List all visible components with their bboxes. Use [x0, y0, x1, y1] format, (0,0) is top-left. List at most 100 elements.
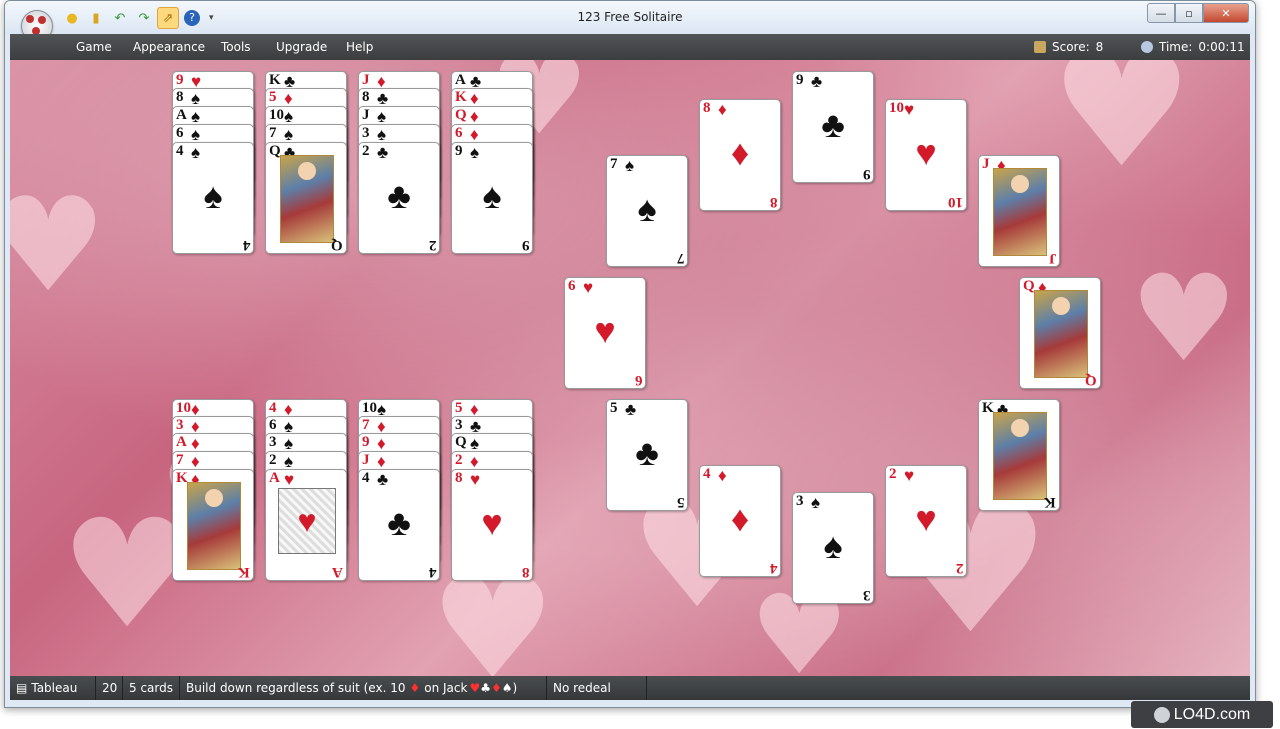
card-rank-bottom: 5 [676, 494, 685, 510]
playing-card[interactable]: K ♣ K [978, 399, 1060, 511]
card-suit-icon: ♠ [191, 143, 201, 162]
score-label: Score: [1052, 40, 1090, 54]
playing-card[interactable]: Q ♣ Q [265, 142, 347, 254]
playing-card[interactable]: 4 ♠ ♠ 4 [172, 142, 254, 254]
minimize-button[interactable]: — [1147, 3, 1175, 23]
playing-card[interactable]: 8 ♥ ♥ 8 [451, 469, 533, 581]
card-suit-icon: ♥ [904, 466, 915, 485]
watermark-text: LO4D.com [1173, 705, 1251, 723]
ace-artwork-icon: ♥ [278, 488, 336, 554]
card-rank: 6 [455, 125, 463, 141]
background-heart-icon: ♥ [10, 180, 107, 310]
background-heart-icon: ♥ [1130, 250, 1238, 389]
card-rank-bottom: 10 [948, 194, 963, 210]
card-rank-bottom: 3 [862, 587, 871, 603]
card-rank: 10 [362, 400, 377, 416]
playing-card[interactable]: 9 ♠ ♠ 9 [451, 142, 533, 254]
menu-tools[interactable]: Tools [221, 40, 251, 54]
playing-card[interactable]: 9 ♣ ♣ 9 [792, 71, 874, 183]
playing-card[interactable]: 5 ♣ ♣ 5 [606, 399, 688, 511]
playing-card[interactable]: 10 ♥ ♥ 10 [885, 99, 967, 211]
background-heart-icon: ♥ [1050, 60, 1194, 203]
card-suit-icon: ♠ [470, 143, 480, 162]
menu-upgrade[interactable]: Upgrade [276, 40, 327, 54]
playing-card[interactable]: 6 ♥ ♥ 6 [564, 277, 646, 389]
clock-icon [1141, 41, 1153, 53]
card-suit-icon: ♦ [377, 434, 386, 453]
playing-card[interactable]: 2 ♥ ♥ 2 [885, 465, 967, 577]
card-rank-bottom: A [332, 564, 343, 580]
card-suit-icon: ♦ [718, 100, 727, 119]
card-rank-bottom: K [238, 564, 250, 580]
card-rank: 3 [455, 417, 463, 433]
card-suit-icon: ♣ [377, 143, 389, 162]
playing-card[interactable]: Q ♦ Q [1019, 277, 1101, 389]
card-rank: 3 [176, 417, 184, 433]
card-rank-bottom: K [1044, 494, 1056, 510]
playing-card[interactable]: 4 ♣ ♣ 4 [358, 469, 440, 581]
card-rank: 2 [269, 452, 277, 468]
card-rank: K [269, 72, 281, 88]
card-pip-icon: ♠ [637, 189, 657, 229]
card-suit-icon: ♠ [625, 156, 635, 175]
card-rank: 10 [889, 100, 904, 116]
card-pip-icon: ♠ [203, 176, 223, 216]
card-rank: 9 [362, 434, 370, 450]
status-hint-suffix: ) [512, 681, 518, 695]
card-suit-icon: ♣ [811, 72, 823, 91]
status-count: 20 [96, 676, 123, 700]
card-pip-icon: ♠ [482, 176, 502, 216]
card-suit-icon: ♠ [191, 125, 201, 144]
card-rank: 5 [455, 400, 463, 416]
card-pip-icon: ♥ [915, 499, 937, 539]
card-suit-icon: ♦ [470, 452, 479, 471]
card-rank: Q [455, 107, 467, 123]
menu-appearance[interactable]: Appearance [133, 40, 205, 54]
card-suit-icon: ♦ [718, 466, 727, 485]
menu-game[interactable]: Game [76, 40, 112, 54]
card-suit-icon: ♠ [191, 89, 201, 108]
card-suit-icon: ♠ [470, 434, 480, 453]
card-rank: 2 [362, 143, 370, 159]
card-suit-icon: ♠ [191, 107, 201, 126]
card-suit-icon: ♠ [377, 107, 387, 126]
card-rank-bottom: 2 [428, 237, 437, 253]
card-rank: 6 [568, 278, 576, 294]
card-pip-icon: ♥ [594, 311, 616, 351]
status-hint: Build down regardless of suit (ex. 10 ♦ … [180, 676, 547, 700]
card-pip-icon: ♣ [387, 503, 411, 543]
close-button[interactable]: ✕ [1203, 3, 1249, 23]
card-suit-icon: ♠ [284, 107, 294, 126]
card-suit-icon: ♠ [811, 493, 821, 512]
card-rank: 2 [889, 466, 897, 482]
card-rank: 7 [610, 156, 618, 172]
card-rank: 4 [703, 466, 711, 482]
playing-card[interactable]: A ♥ ♥ A [265, 469, 347, 581]
card-rank-bottom: 4 [428, 564, 437, 580]
court-card-artwork [280, 155, 334, 243]
diamond-icon: ♦ [409, 681, 421, 695]
playing-card[interactable]: 3 ♠ ♠ 3 [792, 492, 874, 604]
card-rank: J [362, 72, 370, 88]
card-rank: 7 [269, 125, 277, 141]
card-rank: 5 [269, 89, 277, 105]
playing-card[interactable]: 2 ♣ ♣ 2 [358, 142, 440, 254]
card-rank-bottom: 7 [676, 250, 685, 266]
card-rank: 3 [796, 493, 804, 509]
playing-card[interactable]: J ♦ J [978, 155, 1060, 267]
maximize-button[interactable]: ▫ [1175, 3, 1203, 23]
card-pip-icon: ♣ [635, 433, 659, 473]
playing-card[interactable]: 7 ♠ ♠ 7 [606, 155, 688, 267]
playing-card[interactable]: K ♦ K [172, 469, 254, 581]
window-controls: — ▫ ✕ [1147, 3, 1249, 23]
menu-help[interactable]: Help [346, 40, 373, 54]
status-mode: ▤ Tableau [10, 676, 96, 700]
card-suit-icon: ♦ [470, 89, 479, 108]
card-rank-bottom: Q [1085, 372, 1097, 388]
card-rank: J [362, 452, 370, 468]
playing-card[interactable]: 4 ♦ ♦ 4 [699, 465, 781, 577]
card-rank: 8 [703, 100, 711, 116]
playing-card[interactable]: 8 ♦ ♦ 8 [699, 99, 781, 211]
card-rank: 3 [269, 434, 277, 450]
court-card-artwork [187, 482, 241, 570]
